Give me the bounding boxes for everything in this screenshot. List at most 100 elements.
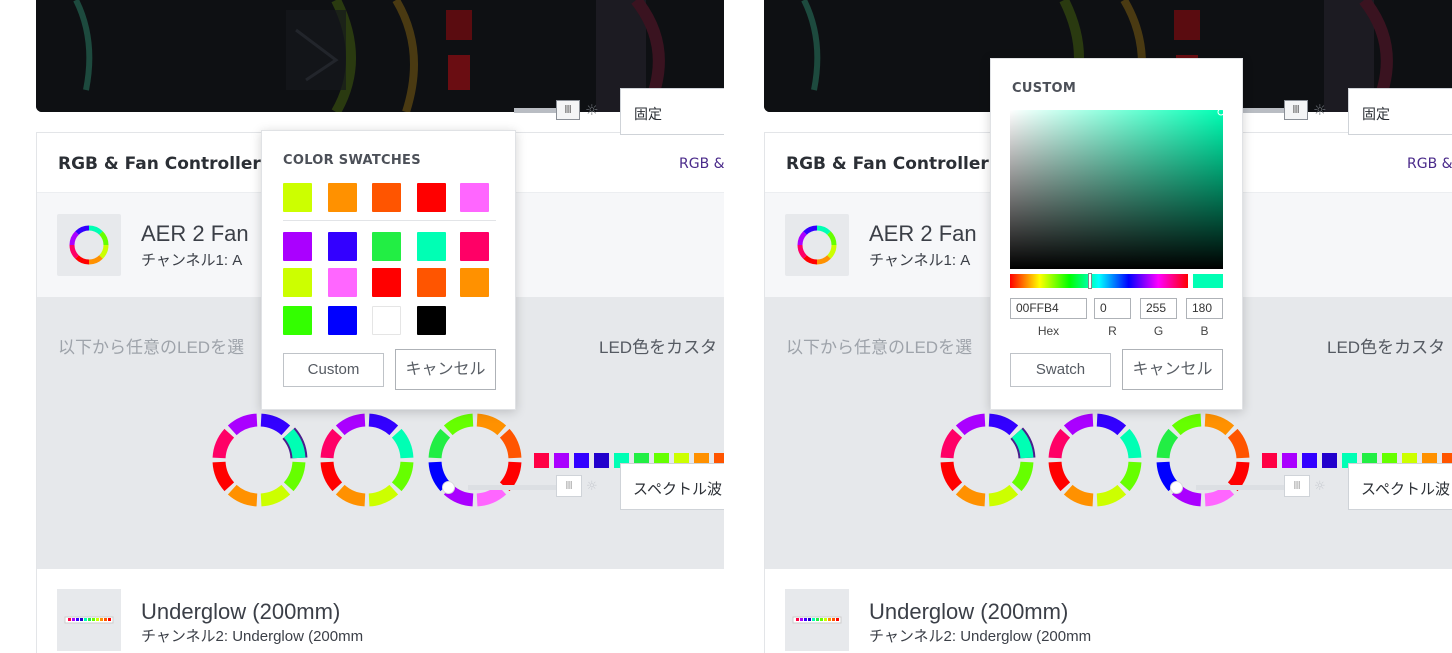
color-swatch[interactable]: [328, 306, 357, 335]
color-swatch[interactable]: [372, 306, 401, 335]
cancel-button[interactable]: キャンセル: [395, 349, 496, 390]
device-row-underglow[interactable]: Underglow (200mm) チャンネル2: Underglow (200…: [765, 569, 1452, 653]
fan-led-segment[interactable]: [368, 484, 399, 507]
swatch-button[interactable]: Swatch: [1010, 353, 1111, 387]
fan-thumbnail: [785, 214, 849, 276]
fan-led-segment[interactable]: [940, 461, 963, 492]
fan-led-segment[interactable]: [1096, 413, 1127, 436]
color-swatch[interactable]: [372, 183, 401, 212]
fan-led-segment[interactable]: [476, 484, 507, 507]
color-swatch[interactable]: [283, 232, 312, 261]
fan-led-segment[interactable]: [391, 461, 414, 492]
brightness-slider-thumb[interactable]: Ⅲ: [556, 100, 580, 120]
underglow-brightness-track[interactable]: [468, 485, 560, 490]
strip-led[interactable]: [1282, 453, 1297, 468]
color-swatch[interactable]: [417, 268, 446, 297]
fan-led-segment[interactable]: [499, 461, 522, 492]
fan-led-segment[interactable]: [212, 428, 235, 459]
color-swatch[interactable]: [460, 268, 489, 297]
sun-icon: ☼: [1313, 101, 1327, 119]
color-swatch[interactable]: [417, 183, 446, 212]
fan-led-segment[interactable]: [443, 413, 474, 436]
fan-led-segment[interactable]: [988, 484, 1019, 507]
color-swatch[interactable]: [460, 183, 489, 212]
fan-led-segment[interactable]: [1096, 484, 1127, 507]
fan-led-segment[interactable]: [1063, 413, 1094, 436]
strip-led[interactable]: [594, 453, 609, 468]
strip-led[interactable]: [574, 453, 589, 468]
color-swatch[interactable]: [283, 306, 312, 335]
fan-led-segment[interactable]: [476, 413, 507, 436]
fan-led-segment[interactable]: [1156, 428, 1179, 459]
strip-led[interactable]: [1322, 453, 1337, 468]
underglow-brightness-track[interactable]: [1196, 485, 1288, 490]
color-swatch[interactable]: [372, 232, 401, 261]
fan-led-segment[interactable]: [428, 428, 451, 459]
color-swatch[interactable]: [372, 268, 401, 297]
device-row-underglow[interactable]: Underglow (200mm) チャンネル2: Underglow (200…: [37, 569, 724, 653]
g-input[interactable]: 255: [1140, 298, 1177, 319]
strip-led[interactable]: [554, 453, 569, 468]
fan-led-segment[interactable]: [1048, 428, 1071, 459]
custom-button[interactable]: Custom: [283, 353, 384, 387]
hex-input[interactable]: 00FFB4: [1010, 298, 1087, 319]
r-input[interactable]: 0: [1094, 298, 1131, 319]
fan-led-segment[interactable]: [1119, 461, 1142, 492]
color-swatch[interactable]: [328, 268, 357, 297]
strip-led[interactable]: [1262, 453, 1277, 468]
color-swatch[interactable]: [283, 183, 312, 212]
fan-led-segment[interactable]: [499, 428, 522, 459]
fan-led-segment[interactable]: [391, 428, 414, 459]
fan-led-segment[interactable]: [260, 484, 291, 507]
brightness-slider-track[interactable]: [514, 108, 556, 113]
fan-led-segment[interactable]: [260, 413, 291, 436]
fan-led-segment[interactable]: [368, 413, 399, 436]
fan-led-segment[interactable]: [1063, 484, 1094, 507]
cancel-button[interactable]: キャンセル: [1122, 349, 1223, 390]
fan-led-segment[interactable]: [227, 413, 258, 436]
fan-led-segment[interactable]: [1171, 413, 1202, 436]
fan-led-segment[interactable]: [227, 484, 258, 507]
color-swatch[interactable]: [417, 232, 446, 261]
fan-led-segment[interactable]: [1227, 461, 1250, 492]
hue-slider-handle[interactable]: [1088, 273, 1092, 289]
b-input[interactable]: 180: [1186, 298, 1223, 319]
strip-led[interactable]: [1302, 453, 1317, 468]
fan-led-segment[interactable]: [1204, 484, 1235, 507]
card-link[interactable]: RGB &: [1407, 156, 1452, 172]
fan-led-segment[interactable]: [1204, 413, 1235, 436]
color-swatch[interactable]: [328, 232, 357, 261]
strip-led[interactable]: [534, 453, 549, 468]
hue-slider[interactable]: [1010, 274, 1188, 288]
fan-led-segment[interactable]: [283, 461, 306, 492]
fan-led-segment[interactable]: [955, 484, 986, 507]
saturation-value-picker[interactable]: [1010, 110, 1223, 269]
underglow-brightness-thumb[interactable]: Ⅲ: [556, 475, 582, 497]
brightness-slider-thumb[interactable]: Ⅲ: [1284, 100, 1308, 120]
card-link[interactable]: RGB &: [679, 156, 724, 172]
color-swatch[interactable]: [283, 268, 312, 297]
fan-led-segment[interactable]: [212, 461, 235, 492]
fan-led-segment[interactable]: [1011, 461, 1034, 492]
fan-led-segment[interactable]: [955, 413, 986, 436]
mode-select[interactable]: 固定: [620, 88, 724, 135]
brightness-slider-track[interactable]: [1242, 108, 1284, 113]
underglow-mode-select[interactable]: スペクトル波: [1348, 463, 1452, 510]
fan-led-segment[interactable]: [320, 428, 343, 459]
fan-led-segment[interactable]: [1119, 428, 1142, 459]
sun-icon: ☼: [1314, 479, 1326, 494]
color-swatch[interactable]: [328, 183, 357, 212]
fan-led-segment[interactable]: [335, 413, 366, 436]
color-swatch[interactable]: [460, 232, 489, 261]
underglow-brightness-thumb[interactable]: Ⅲ: [1284, 475, 1310, 497]
fan-led-segment[interactable]: [320, 461, 343, 492]
color-swatch[interactable]: [417, 306, 446, 335]
fan-led-segment[interactable]: [940, 428, 963, 459]
fan-led-segment[interactable]: [1048, 461, 1071, 492]
mode-select[interactable]: 固定: [1348, 88, 1452, 135]
fan-led-segment[interactable]: [335, 484, 366, 507]
underglow-mode-select[interactable]: スペクトル波: [620, 463, 724, 510]
fan-led-segment[interactable]: [1227, 428, 1250, 459]
fan-led-segment[interactable]: [988, 413, 1019, 436]
led-strip-icon: [792, 616, 842, 624]
